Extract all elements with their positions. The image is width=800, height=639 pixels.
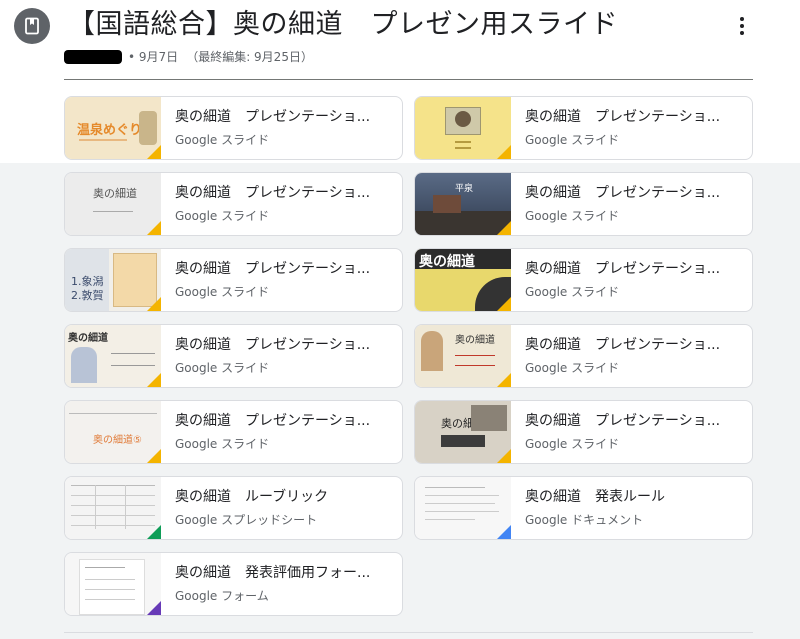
page-title: 【国語総合】奥の細道 プレゼン用スライド: [68, 9, 618, 40]
slides-thumbnail: 1.象潟 2.敦賀: [65, 249, 161, 311]
slides-corner-icon: [147, 297, 161, 311]
slides-corner-icon: [147, 449, 161, 463]
bottom-divider: [64, 632, 753, 633]
attachment-type: Google スプレッドシート: [175, 513, 318, 527]
slides-corner-icon: [147, 145, 161, 159]
attachment-title: 奥の細道 プレゼンテーショ...: [175, 261, 371, 277]
slides-thumbnail: [415, 97, 511, 159]
slides-corner-icon: [497, 449, 511, 463]
slides-thumbnail: 奥の細道: [65, 325, 161, 387]
attachment-type: Google スライド: [525, 209, 620, 223]
attachments-grid: 温泉めぐり 奥の細道 プレゼンテーショ... Google スライド 奥の細道 …: [64, 96, 753, 616]
thumb-title: 温泉めぐり: [77, 123, 143, 138]
attachment-type: Google スライド: [175, 361, 270, 375]
sheets-thumbnail: [65, 477, 161, 539]
attachment-card[interactable]: 奥の細道⑤ 奥の細道 プレゼンテーショ... Google スライド: [64, 400, 403, 464]
attachment-title: 奥の細道 プレゼンテーショ...: [525, 185, 721, 201]
slides-thumbnail: 奥の細道: [415, 401, 511, 463]
attachment-card[interactable]: 温泉めぐり 奥の細道 プレゼンテーショ... Google スライド: [64, 96, 403, 160]
thumb-title: 奥の細道⑤: [93, 435, 142, 446]
sheets-corner-icon: [147, 525, 161, 539]
slides-corner-icon: [147, 221, 161, 235]
attachment-type: Google スライド: [175, 437, 270, 451]
attachment-type: Google スライド: [175, 285, 270, 299]
posted-date: 9月7日: [138, 50, 179, 64]
slides-thumbnail: 奥の細道⑤: [65, 401, 161, 463]
redacted-author-name: [64, 49, 122, 64]
attachment-title: 奥の細道 プレゼンテーショ...: [175, 109, 371, 125]
attachment-card[interactable]: 奥の細道 奥の細道 プレゼンテーショ... Google スライド: [64, 172, 403, 236]
attachment-type: Google スライド: [175, 133, 270, 147]
slides-thumbnail: 奥の細道: [415, 249, 511, 311]
attachment-type: Google スライド: [175, 209, 270, 223]
attachment-card[interactable]: 奥の細道 プレゼンテーショ... Google スライド: [414, 96, 753, 160]
edited-date: （最終編集: 9月25日）: [186, 50, 313, 64]
docs-corner-icon: [497, 525, 511, 539]
attachment-card[interactable]: 奥の細道 奥の細道 プレゼンテーショ... Google スライド: [414, 324, 753, 388]
slides-thumbnail: 奥の細道: [415, 325, 511, 387]
attachment-title: 奥の細道 発表評価用フォー...: [175, 565, 371, 581]
attachment-title: 奥の細道 プレゼンテーショ...: [525, 413, 721, 429]
attachment-title: 奥の細道 ルーブリック: [175, 489, 329, 505]
thumb-title: 奥の細道: [93, 187, 137, 200]
attachment-card[interactable]: 奥の細道 奥の細道 プレゼンテーショ... Google スライド: [414, 400, 753, 464]
attachment-card[interactable]: 奥の細道 ルーブリック Google スプレッドシート: [64, 476, 403, 540]
meta-separator: •: [128, 49, 139, 64]
attachment-title: 奥の細道 プレゼンテーショ...: [525, 261, 721, 277]
slides-thumbnail: 奥の細道: [65, 173, 161, 235]
attachment-type: Google スライド: [525, 133, 620, 147]
slides-corner-icon: [497, 145, 511, 159]
more-vert-icon[interactable]: [730, 14, 754, 38]
attachment-card[interactable]: 奥の細道 奥の細道 プレゼンテーショ... Google スライド: [414, 248, 753, 312]
slides-corner-icon: [147, 373, 161, 387]
post-meta: • 9月7日 （最終編集: 9月25日）: [64, 48, 313, 65]
thumb-title: 奥の細道: [68, 333, 108, 344]
thumb-title: 奥の細道: [419, 254, 475, 270]
attachment-card[interactable]: 平泉 奥の細道 プレゼンテーショ... Google スライド: [414, 172, 753, 236]
classwork-icon: [14, 8, 50, 44]
forms-corner-icon: [147, 601, 161, 615]
docs-thumbnail: [415, 477, 511, 539]
thumb-title: 1.象潟 2.敦賀: [71, 275, 104, 302]
attachment-type: Google スライド: [525, 437, 620, 451]
thumb-title: 平泉: [455, 184, 474, 194]
attachment-card[interactable]: 1.象潟 2.敦賀 奥の細道 プレゼンテーショ... Google スライド: [64, 248, 403, 312]
attachment-card[interactable]: 奥の細道 発表評価用フォー... Google フォーム: [64, 552, 403, 616]
attachment-title: 奥の細道 プレゼンテーショ...: [175, 185, 371, 201]
slides-thumbnail: 平泉: [415, 173, 511, 235]
attachment-type: Google フォーム: [175, 589, 269, 603]
attachment-card[interactable]: 奥の細道 発表ルール Google ドキュメント: [414, 476, 753, 540]
attachment-title: 奥の細道 発表ルール: [525, 489, 665, 505]
slides-corner-icon: [497, 373, 511, 387]
forms-thumbnail: [65, 553, 161, 615]
attachment-title: 奥の細道 プレゼンテーショ...: [525, 337, 721, 353]
slides-thumbnail: 温泉めぐり: [65, 97, 161, 159]
attachment-title: 奥の細道 プレゼンテーショ...: [175, 413, 371, 429]
attachment-type: Google スライド: [525, 285, 620, 299]
attachment-type: Google スライド: [525, 361, 620, 375]
slides-corner-icon: [497, 297, 511, 311]
attachment-type: Google ドキュメント: [525, 513, 644, 527]
header-divider: [64, 79, 753, 80]
attachment-title: 奥の細道 プレゼンテーショ...: [525, 109, 721, 125]
attachment-title: 奥の細道 プレゼンテーショ...: [175, 337, 371, 353]
attachment-card[interactable]: 奥の細道 奥の細道 プレゼンテーショ... Google スライド: [64, 324, 403, 388]
thumb-title: 奥の細道: [455, 335, 495, 346]
slides-corner-icon: [497, 221, 511, 235]
